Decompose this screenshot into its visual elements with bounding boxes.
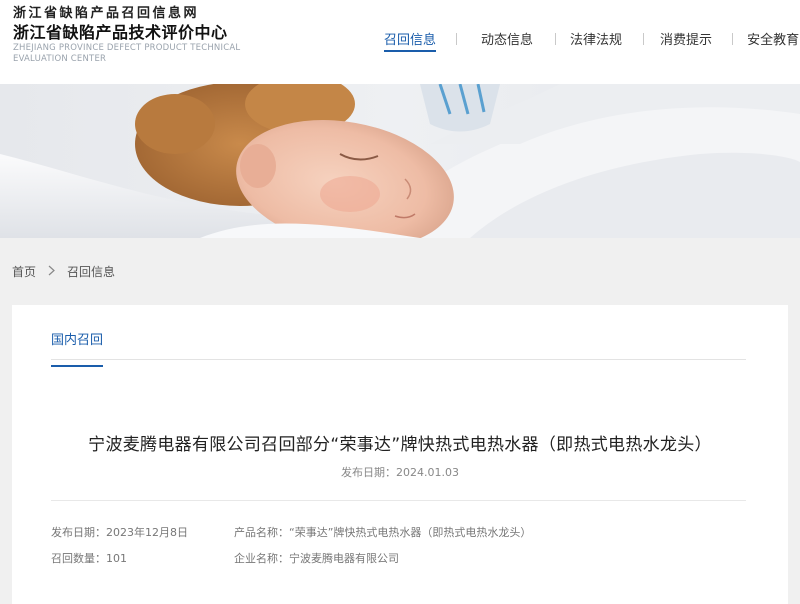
- nav-item-recall-info[interactable]: 召回信息: [384, 0, 437, 84]
- nav-item-consumer-tips[interactable]: 消费提示: [660, 0, 712, 84]
- company-name: 企业名称：宁波麦腾电器有限公司: [234, 550, 399, 566]
- nav-active-underline: [384, 50, 437, 52]
- nav-item-news[interactable]: 动态信息: [481, 0, 533, 84]
- breadcrumb-home[interactable]: 首页: [12, 263, 36, 280]
- nav-item-label: 动态信息: [481, 33, 534, 48]
- tab-bar: 国内召回: [51, 305, 746, 367]
- nav-item-label: 召回信息: [384, 33, 437, 48]
- nav-separator: [456, 33, 458, 45]
- company-name-value: 宁波麦腾电器有限公司: [289, 552, 399, 565]
- publish-date-value: 2024.01.03: [396, 466, 459, 479]
- breadcrumb: 首页 召回信息: [12, 263, 115, 280]
- site-name: 浙江省缺陷产品召回信息网: [13, 6, 200, 21]
- recall-quantity-value: 101: [106, 552, 127, 565]
- divider: [51, 500, 746, 501]
- site-logo[interactable]: 浙江省缺陷产品召回信息网 浙江省缺陷产品技术评价中心 ZHEJIANG PROV…: [13, 6, 240, 65]
- publish-date-label: 发布日期：: [341, 466, 396, 479]
- release-date-label: 发布日期：: [51, 526, 106, 539]
- company-name-label: 企业名称：: [234, 552, 289, 565]
- tab-label: 国内召回: [51, 333, 104, 348]
- product-name-value: “荣事达”牌快热式电热水器（即热式电热水龙头）: [289, 526, 532, 539]
- release-date: 发布日期：2023年12月8日: [51, 524, 188, 540]
- main-nav: 召回信息 动态信息 法律法规 消费提示 安全教育: [372, 0, 799, 84]
- nav-item-safety-education[interactable]: 安全教育: [747, 0, 799, 84]
- nav-separator: [555, 33, 557, 45]
- nav-separator: [732, 33, 734, 45]
- site-header: 浙江省缺陷产品召回信息网 浙江省缺陷产品技术评价中心 ZHEJIANG PROV…: [0, 0, 800, 84]
- tab-domestic-recall[interactable]: 国内召回: [51, 329, 104, 367]
- org-name-en-line2: EVALUATION CENTER: [13, 54, 107, 64]
- recall-quantity-label: 召回数量：: [51, 552, 106, 565]
- nav-item-label: 法律法规: [570, 33, 623, 48]
- nav-separator: [643, 33, 645, 45]
- nav-item-laws[interactable]: 法律法规: [570, 0, 622, 84]
- product-name: 产品名称：“荣事达”牌快热式电热水器（即热式电热水龙头）: [234, 524, 531, 540]
- hero-banner: [0, 84, 800, 238]
- article-title: 宁波麦腾电器有限公司召回部分“荣事达”牌快热式电热水器（即热式电热水龙头）: [88, 435, 712, 455]
- chevron-right-icon: [48, 265, 55, 279]
- sleeping-child-image: [0, 84, 800, 238]
- nav-item-label: 消费提示: [660, 33, 713, 48]
- release-date-value: 2023年12月8日: [106, 526, 188, 539]
- content-card: 国内召回 宁波麦腾电器有限公司召回部分“荣事达”牌快热式电热水器（即热式电热水龙…: [12, 305, 788, 604]
- recall-quantity: 召回数量：101: [51, 550, 127, 566]
- org-name: 浙江省缺陷产品技术评价中心: [13, 23, 228, 42]
- publish-date: 发布日期：2024.01.03: [12, 464, 788, 480]
- breadcrumb-current[interactable]: 召回信息: [67, 263, 115, 280]
- nav-item-label: 安全教育: [747, 33, 800, 48]
- org-name-en-line1: ZHEJIANG PROVINCE DEFECT PRODUCT TECHNIC…: [13, 43, 241, 53]
- product-name-label: 产品名称：: [234, 526, 289, 539]
- tab-active-underline: [51, 365, 104, 367]
